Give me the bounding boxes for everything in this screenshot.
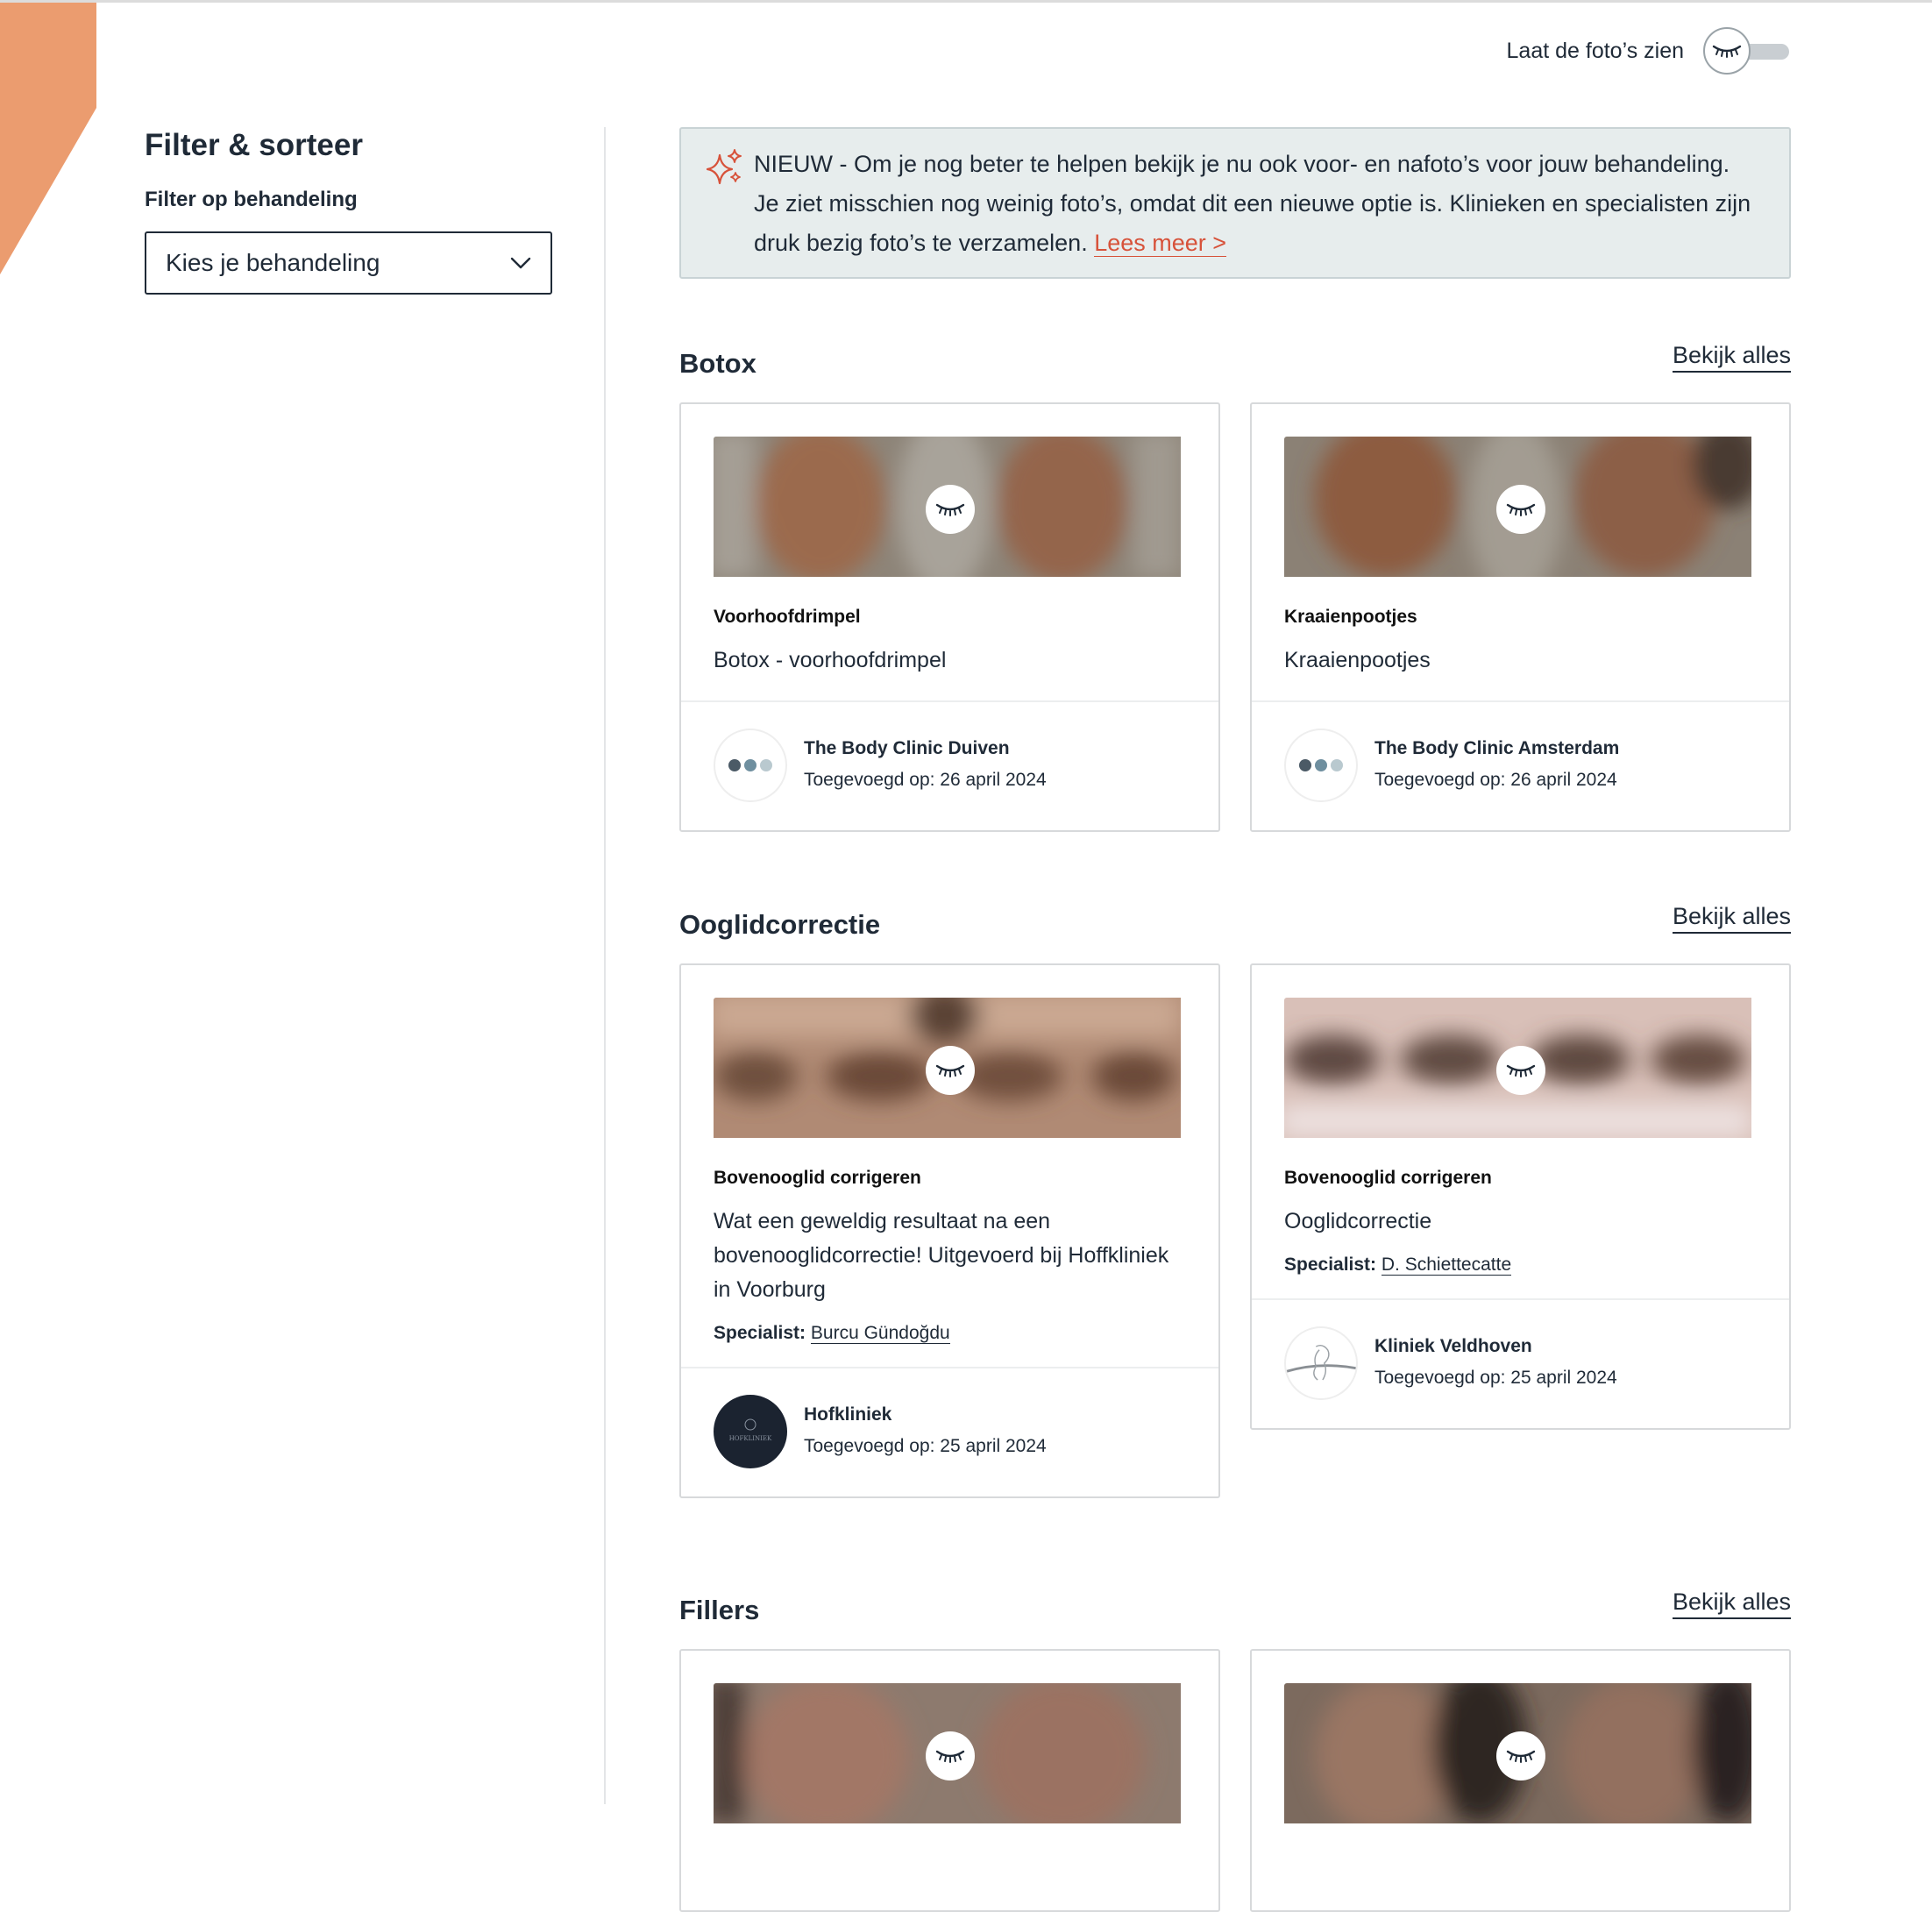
specialist-link[interactable]: Burcu Gündoğdu [810, 1323, 950, 1344]
result-card[interactable]: Bovenooglid corrigeren Wat een geweldig … [679, 963, 1220, 1498]
result-card[interactable]: Bovenooglid corrigeren Ooglidcorrectie S… [1250, 963, 1791, 1430]
specialist-line: Specialist: D. Schiettecatte [1284, 1255, 1757, 1276]
clinic-name: Kliniek Veldhoven [1374, 1336, 1532, 1356]
clinic-name: The Body Clinic Amsterdam [1374, 738, 1620, 758]
clinic-footer: HOFKLINIEK Hofkliniek Toegevoegd op: 25 … [681, 1367, 1218, 1496]
before-after-photo [1284, 998, 1757, 1143]
closed-eye-icon [935, 503, 964, 516]
closed-eye-icon [935, 1064, 964, 1077]
show-photos-toggle[interactable] [1703, 27, 1791, 75]
closed-eye-icon [1506, 503, 1535, 516]
treatment-select[interactable]: Kies je behandeling [145, 231, 552, 295]
section-title: Fillers [679, 1595, 760, 1625]
added-date: Toegevoegd op: 25 april 2024 [1374, 1368, 1617, 1388]
clinic-name: The Body Clinic Duiven [804, 738, 1010, 758]
brand-corner-shape [0, 3, 96, 274]
banner-text: NIEUW - Om je nog beter te helpen bekijk… [754, 151, 1751, 256]
section-title: Botox [679, 348, 756, 379]
specialist-line: Specialist: Burcu Gündoğdu [714, 1323, 1186, 1344]
read-more-link[interactable]: Lees meer > [1094, 230, 1227, 257]
result-card[interactable]: Voorhoofdrimpel Botox - voorhoofdrimpel … [679, 402, 1220, 832]
added-date: Toegevoegd op: 26 april 2024 [1374, 770, 1617, 790]
treatment-type: Kraaienpootjes [1284, 607, 1417, 627]
result-card[interactable] [1250, 1649, 1791, 1912]
treatment-select-value: Kies je behandeling [166, 249, 380, 276]
card-grid-ooglidcorrectie: Bovenooglid corrigeren Wat een geweldig … [679, 963, 1791, 1512]
kliniek-veldhoven-logo-icon [1286, 1344, 1356, 1381]
card-description: Ooglidcorrectie [1284, 1209, 1432, 1233]
card-description: Wat een geweldig resultaat na een boveno… [714, 1209, 1169, 1302]
closed-eye-icon [935, 1750, 964, 1763]
filter-title: Filter & sorteer [145, 128, 363, 162]
clinic-footer: Kliniek Veldhoven Toegevoegd op: 25 apri… [1252, 1298, 1789, 1428]
specialist-label: Specialist: [1284, 1255, 1377, 1275]
reveal-photo-button[interactable] [1495, 1731, 1545, 1781]
before-after-photo [714, 1683, 1186, 1829]
before-after-photo [1284, 437, 1757, 582]
clinic-footer: The Body Clinic Amsterdam Toegevoegd op:… [1252, 700, 1789, 830]
section-header-fillers: Fillers Bekijk alles [679, 1574, 1791, 1626]
reveal-photo-button[interactable] [1495, 485, 1545, 534]
section-header-botox: Botox Bekijk alles [679, 327, 1791, 380]
clinic-logo [1284, 1326, 1358, 1400]
result-card[interactable]: Kraaienpootjes Kraaienpootjes The Body C… [1250, 402, 1791, 832]
treatment-type: Bovenooglid corrigeren [1284, 1168, 1492, 1188]
clinic-logo [714, 729, 787, 802]
clinic-name: Hofkliniek [804, 1404, 892, 1425]
svg-text:HOFKLINIEK: HOFKLINIEK [729, 1435, 772, 1442]
view-all-link[interactable]: Bekijk alles [1672, 342, 1791, 373]
new-feature-banner: NIEUW - Om je nog beter te helpen bekijk… [679, 127, 1791, 279]
added-date: Toegevoegd op: 25 april 2024 [804, 1436, 1047, 1456]
filter-sidebar: Filter & sorteer Filter op behandeling K… [145, 128, 552, 295]
top-rule [0, 0, 1932, 3]
view-all-link[interactable]: Bekijk alles [1672, 903, 1791, 934]
before-after-photo [714, 437, 1186, 582]
section-title: Ooglidcorrectie [679, 909, 881, 940]
card-grid-botox: Voorhoofdrimpel Botox - voorhoofdrimpel … [679, 402, 1791, 832]
closed-eye-icon [1506, 1750, 1535, 1763]
specialist-label: Specialist: [714, 1323, 806, 1343]
closed-eye-icon [1712, 45, 1742, 58]
show-photos-label: Laat de foto’s zien [1506, 38, 1684, 63]
reveal-photo-button[interactable] [925, 1046, 975, 1095]
reveal-photo-button[interactable] [1495, 1046, 1545, 1095]
card-description: Botox - voorhoofdrimpel [714, 648, 947, 672]
sparkle-icon [706, 149, 742, 185]
card-grid-fillers [679, 1649, 1791, 1912]
added-date: Toegevoegd op: 26 april 2024 [804, 770, 1047, 790]
filter-treatment-label: Filter op behandeling [145, 188, 358, 211]
hofkliniek-logo-icon: HOFKLINIEK [729, 1418, 772, 1442]
chevron-down-icon [510, 257, 531, 269]
before-after-photo [1284, 1683, 1757, 1829]
section-header-ooglidcorrectie: Ooglidcorrectie Bekijk alles [679, 888, 1791, 941]
sidebar-divider [604, 127, 606, 1804]
show-photos-toggle-group: Laat de foto’s zien [1507, 27, 1791, 75]
toggle-knob[interactable] [1703, 27, 1751, 75]
specialist-link[interactable]: D. Schiettecatte [1381, 1255, 1512, 1276]
treatment-type: Bovenooglid corrigeren [714, 1168, 921, 1188]
treatment-type: Voorhoofdrimpel [714, 607, 861, 627]
closed-eye-icon [1506, 1064, 1535, 1077]
before-after-photo [714, 998, 1186, 1143]
card-description: Kraaienpootjes [1284, 648, 1431, 672]
clinic-logo: HOFKLINIEK [714, 1395, 787, 1468]
reveal-photo-button[interactable] [925, 1731, 975, 1781]
reveal-photo-button[interactable] [925, 485, 975, 534]
main-content: NIEUW - Om je nog beter te helpen bekijk… [679, 127, 1791, 1912]
view-all-link[interactable]: Bekijk alles [1672, 1589, 1791, 1619]
clinic-footer: The Body Clinic Duiven Toegevoegd op: 26… [681, 700, 1218, 830]
clinic-logo [1284, 729, 1358, 802]
result-card[interactable] [679, 1649, 1220, 1912]
